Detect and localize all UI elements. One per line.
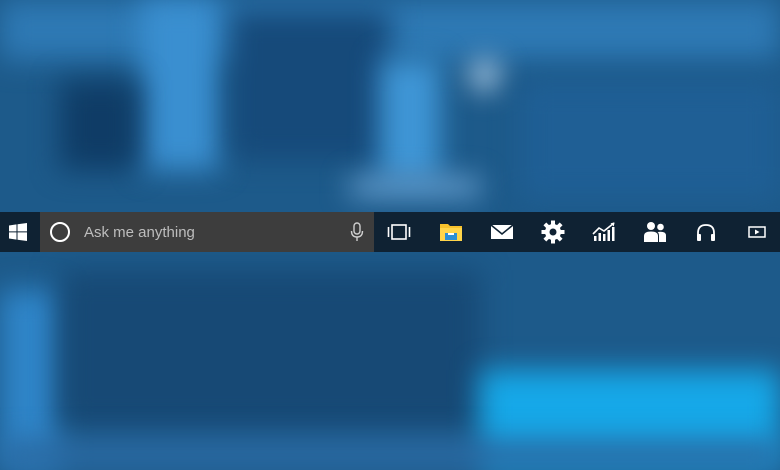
taskbar — [0, 212, 780, 252]
settings-gear-icon — [541, 220, 565, 244]
headphones-icon — [697, 224, 715, 241]
mail-icon — [490, 224, 514, 239]
money-app-button[interactable] — [579, 212, 629, 252]
cortana-search-box[interactable] — [40, 212, 374, 252]
cortana-circle-icon — [50, 222, 70, 242]
taskbar-pinned-apps — [374, 212, 780, 252]
file-explorer-button[interactable] — [426, 212, 476, 252]
task-view-icon — [387, 224, 411, 240]
windows-logo-icon — [9, 223, 27, 241]
stock-chart-icon — [592, 222, 615, 241]
settings-button[interactable] — [528, 212, 578, 252]
start-button[interactable] — [0, 212, 36, 252]
people-button[interactable] — [630, 212, 680, 252]
people-icon — [644, 222, 666, 242]
mail-button[interactable] — [477, 212, 527, 252]
search-input[interactable] — [82, 222, 336, 242]
movies-tv-button[interactable] — [732, 212, 780, 252]
movies-tv-icon — [748, 226, 766, 238]
microphone-icon[interactable] — [350, 222, 364, 242]
task-view-button[interactable] — [374, 212, 424, 252]
file-explorer-icon — [440, 224, 462, 241]
groove-music-button[interactable] — [681, 212, 731, 252]
